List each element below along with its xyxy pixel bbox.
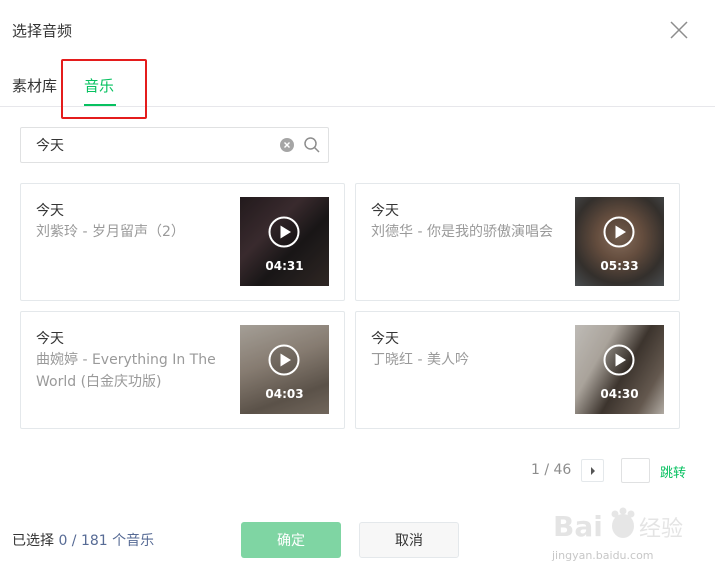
selected-suffix: 个音乐 (112, 533, 155, 549)
music-card[interactable]: 今天 刘紫玲 - 岁月留声（2） 04:31 (20, 183, 345, 301)
dialog-title: 选择音频 (12, 22, 73, 40)
song-artist-album: 曲婉婷 - Everything In The World (白金庆功版) (36, 352, 216, 390)
page-number-input[interactable] (621, 458, 650, 483)
album-cover[interactable]: 05:33 (575, 197, 664, 286)
chevron-right-icon (591, 467, 595, 475)
search-box (20, 127, 329, 163)
search-icon[interactable] (303, 136, 321, 154)
song-artist-album: 刘紫玲 - 岁月留声（2） (36, 224, 185, 240)
play-icon[interactable] (268, 344, 300, 376)
play-icon[interactable] (268, 216, 300, 248)
song-duration: 04:30 (600, 387, 639, 401)
song-duration: 04:03 (265, 387, 304, 401)
song-artist-album: 刘德华 - 你是我的骄傲演唱会 (371, 224, 553, 240)
active-tab-indicator (84, 104, 116, 106)
selection-summary: 已选择 0 / 181 个音乐 (12, 530, 154, 550)
svg-text:Bai: Bai (553, 510, 603, 543)
music-card[interactable]: 今天 丁晓红 - 美人吟 04:30 (355, 311, 680, 429)
tab-bar: 素材库 音乐 (0, 60, 715, 107)
song-title: 今天 (371, 331, 399, 347)
music-card[interactable]: 今天 曲婉婷 - Everything In The World (白金庆功版)… (20, 311, 345, 429)
album-cover[interactable]: 04:31 (240, 197, 329, 286)
song-duration: 04:31 (265, 259, 304, 273)
close-icon[interactable] (666, 17, 692, 43)
baidu-jingyan-watermark: Bai 经验 (553, 507, 683, 543)
song-duration: 05:33 (600, 259, 639, 273)
play-icon[interactable] (603, 216, 635, 248)
song-artist-album: 丁晓红 - 美人吟 (371, 352, 469, 368)
search-input[interactable] (21, 128, 271, 162)
play-icon[interactable] (603, 344, 635, 376)
close-button[interactable] (666, 17, 692, 43)
cancel-button[interactable]: 取消 (359, 522, 459, 558)
page-indicator: 1 / 46 (531, 462, 572, 478)
album-cover[interactable]: 04:30 (575, 325, 664, 414)
song-title: 今天 (36, 331, 64, 347)
music-card[interactable]: 今天 刘德华 - 你是我的骄傲演唱会 05:33 (355, 183, 680, 301)
tab-library[interactable]: 素材库 (12, 75, 57, 96)
song-title: 今天 (371, 203, 399, 219)
watermark-url: jingyan.baidu.com (552, 549, 654, 562)
album-cover[interactable]: 04:03 (240, 325, 329, 414)
clear-icon[interactable] (280, 138, 294, 152)
svg-text:经验: 经验 (639, 517, 683, 542)
next-page-button[interactable] (581, 459, 604, 482)
confirm-button[interactable]: 确定 (241, 522, 341, 558)
tab-music[interactable]: 音乐 (84, 75, 114, 96)
selected-prefix: 已选择 (12, 533, 54, 549)
selected-count: 0 / 181 (58, 533, 108, 549)
song-title: 今天 (36, 203, 64, 219)
jump-link[interactable]: 跳转 (660, 462, 686, 481)
